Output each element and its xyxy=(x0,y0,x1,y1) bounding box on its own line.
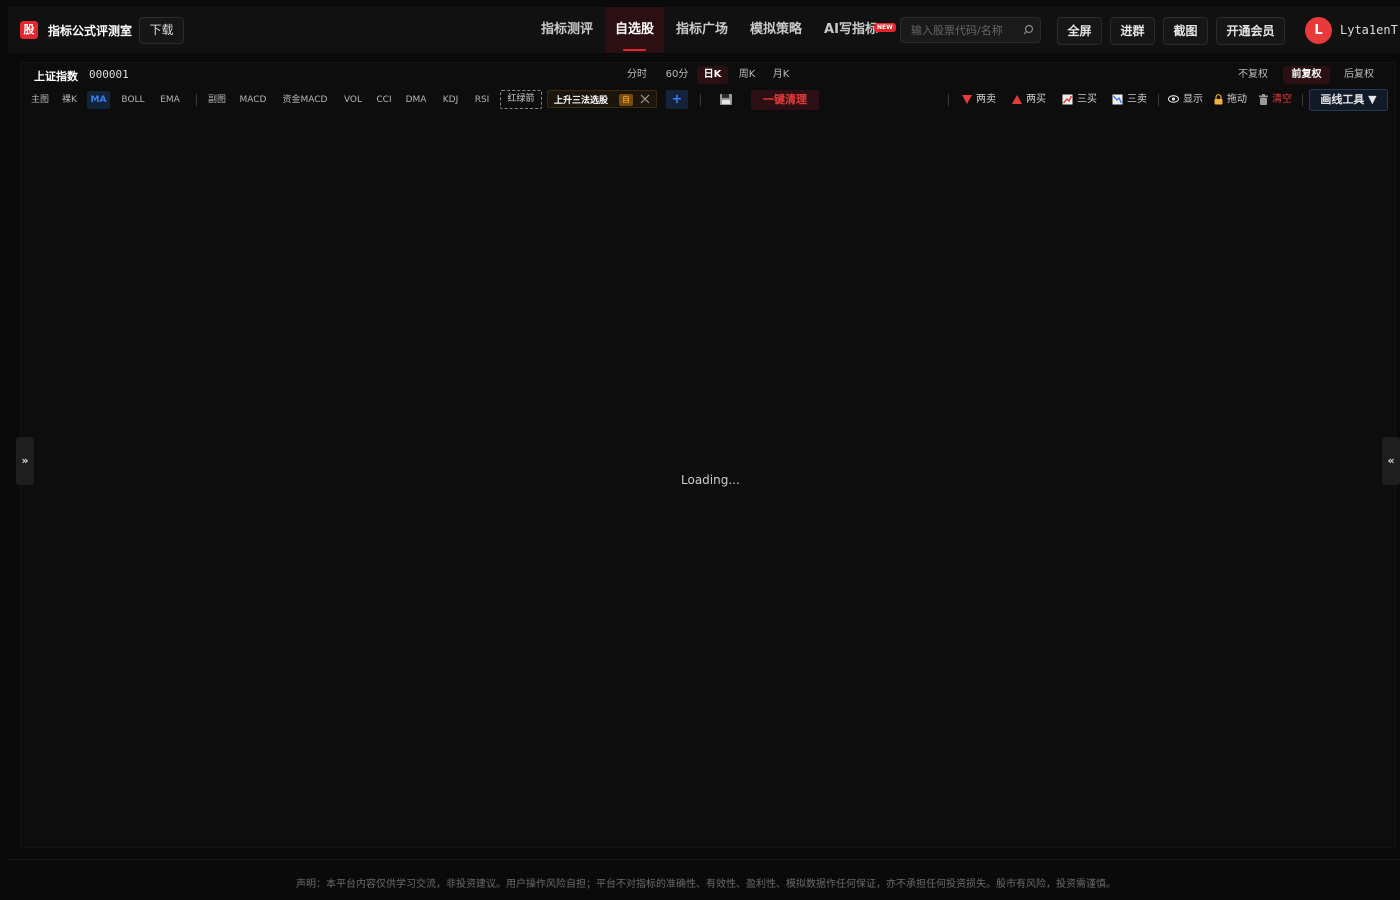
clear-drawings-label: 清空 xyxy=(1272,94,1292,105)
stock-code: 000001 xyxy=(89,68,129,81)
trend-down-icon xyxy=(1112,94,1123,104)
period-weekly[interactable]: 周K xyxy=(732,66,762,84)
app-logo[interactable]: 股 xyxy=(20,21,38,39)
indicator-ema[interactable]: EMA xyxy=(155,91,185,109)
two-buy-tool[interactable]: 两买 xyxy=(1012,92,1046,108)
stock-name: 上证指数 xyxy=(34,70,78,83)
stock-search-box[interactable] xyxy=(900,17,1041,43)
triangle-down-icon xyxy=(962,94,972,104)
expand-right-panel-button[interactable]: « xyxy=(1382,437,1400,485)
three-sell-label: 三卖 xyxy=(1127,94,1147,105)
divider xyxy=(948,94,949,106)
main-chart-label: 主图 xyxy=(30,95,49,105)
add-indicator-button[interactable]: + xyxy=(666,90,688,109)
tab-watchlist-label: 自选股 xyxy=(614,22,654,37)
adjust-none[interactable]: 不复权 xyxy=(1231,66,1275,84)
indicator-vol[interactable]: VOL xyxy=(339,91,367,109)
strategy-chip-name: 上升三法选股 xyxy=(554,96,609,106)
indicator-bare-k[interactable]: 裸K xyxy=(58,91,81,109)
avatar[interactable]: L xyxy=(1305,17,1332,44)
tab-indicator-square[interactable]: 指标广场 xyxy=(668,7,736,53)
indicator-cci[interactable]: CCI xyxy=(373,91,395,109)
indicator-red-green-arrow[interactable]: 红绿箭 xyxy=(500,90,542,109)
clear-drawings-tool[interactable]: 清空 xyxy=(1259,92,1292,108)
chart-panel: 上证指数 000001 分时 60分 日K 周K 月K 不复权 前复权 后复权 … xyxy=(20,62,1396,848)
divider xyxy=(700,94,701,106)
show-label: 显示 xyxy=(1183,94,1203,105)
top-nav-bar: 股 指标公式评测室 下载 指标测评 自选股 指标广场 模拟策略 AI写指标 NE… xyxy=(8,7,1400,53)
three-sell-tool[interactable]: 三卖 xyxy=(1112,92,1147,108)
sub-chart-label: 副图 xyxy=(207,95,226,105)
strategy-chip-tag: 自 xyxy=(619,94,633,106)
drag-label: 拖动 xyxy=(1227,94,1247,105)
adjust-backward[interactable]: 后复权 xyxy=(1337,66,1381,84)
active-tab-underline xyxy=(623,49,646,51)
footer-disclaimer: 声明：本平台内容仅供学习交流，非投资建议。用户操作风险自担；平台不对指标的准确性… xyxy=(296,879,1116,890)
app-title[interactable]: 指标公式评测室 xyxy=(48,22,132,39)
divider xyxy=(1302,94,1303,106)
username[interactable]: Lyta1enT xyxy=(1340,23,1398,37)
lock-icon xyxy=(1214,93,1223,104)
close-icon[interactable] xyxy=(639,93,651,105)
indicator-kdj[interactable]: KDJ xyxy=(438,91,463,109)
strategy-chip[interactable]: 上升三法选股 自 xyxy=(547,90,657,108)
two-buy-label: 两买 xyxy=(1026,94,1046,105)
period-monthly[interactable]: 月K xyxy=(766,66,796,84)
stock-search-input[interactable] xyxy=(911,21,1021,39)
indicator-macd[interactable]: MACD xyxy=(236,91,270,109)
tab-watchlist[interactable]: 自选股 xyxy=(605,7,664,53)
one-click-clear-button[interactable]: 一键清理 xyxy=(751,90,819,110)
tab-simulated-strategy[interactable]: 模拟策略 xyxy=(742,7,810,53)
expand-left-panel-button[interactable]: » xyxy=(16,437,34,485)
eye-icon xyxy=(1168,95,1179,103)
period-intraday[interactable]: 分时 xyxy=(621,66,653,84)
screenshot-button[interactable]: 截图 xyxy=(1163,17,1208,45)
drag-tool[interactable]: 拖动 xyxy=(1214,92,1247,108)
footer-divider xyxy=(8,859,1400,860)
indicator-fund-macd[interactable]: 资金MACD xyxy=(278,91,332,109)
indicator-ma[interactable]: MA xyxy=(87,91,110,109)
triangle-up-icon xyxy=(1012,94,1022,104)
three-buy-tool[interactable]: 三买 xyxy=(1062,92,1097,108)
join-group-button[interactable]: 进群 xyxy=(1110,17,1155,45)
three-buy-label: 三买 xyxy=(1077,94,1097,105)
tab-indicator-review[interactable]: 指标测评 xyxy=(532,7,602,53)
divider xyxy=(196,94,197,106)
indicator-rsi[interactable]: RSI xyxy=(471,91,493,109)
adjust-forward[interactable]: 前复权 xyxy=(1283,66,1330,84)
fullscreen-button[interactable]: 全屏 xyxy=(1057,17,1102,45)
period-60min[interactable]: 60分 xyxy=(661,66,693,84)
two-sell-tool[interactable]: 两卖 xyxy=(962,92,996,108)
two-sell-label: 两卖 xyxy=(976,94,996,105)
indicator-boll[interactable]: BOLL xyxy=(117,91,149,109)
indicator-dma[interactable]: DMA xyxy=(402,91,430,109)
download-button[interactable]: 下载 xyxy=(139,17,184,44)
divider xyxy=(1158,94,1159,106)
trash-icon xyxy=(1259,93,1268,105)
search-icon[interactable] xyxy=(1021,23,1035,37)
period-daily[interactable]: 日K xyxy=(697,66,728,84)
trend-up-icon xyxy=(1062,94,1073,104)
drawing-tools-dropdown[interactable]: 画线工具 ▼ xyxy=(1309,89,1388,111)
save-icon[interactable] xyxy=(719,93,733,106)
new-badge: NEW xyxy=(874,23,896,32)
membership-button[interactable]: 开通会员 xyxy=(1216,17,1285,45)
loading-indicator: Loading... xyxy=(681,473,740,487)
show-tool[interactable]: 显示 xyxy=(1168,92,1203,108)
